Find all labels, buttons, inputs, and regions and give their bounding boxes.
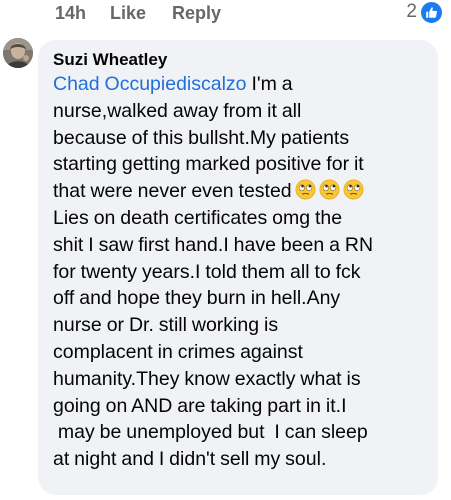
comment-body: Chad Occupiediscalzo I'm a nurse,walked … xyxy=(53,71,428,473)
comment-thread: 14h Like Reply 2 Suzi Wheatley Chad Occu… xyxy=(0,0,451,500)
previous-comment-actions: 14h Like Reply 2 xyxy=(0,0,451,28)
emoji-group xyxy=(292,179,364,202)
avatar[interactable] xyxy=(3,38,33,68)
face-with-rolling-eyes-icon xyxy=(343,179,364,200)
face-with-rolling-eyes-icon xyxy=(295,179,316,200)
comment-bubble: Suzi Wheatley Chad Occupiediscalzo I'm a… xyxy=(38,40,438,495)
reaction-count: 2 xyxy=(406,1,417,22)
mention-link[interactable]: Chad Occupiediscalzo xyxy=(53,73,247,95)
like-button[interactable]: Like xyxy=(110,1,146,25)
reaction-summary[interactable]: 2 xyxy=(406,0,443,24)
face-with-rolling-eyes-icon xyxy=(319,179,340,200)
like-icon xyxy=(420,0,443,24)
comment-text-part2: Lies on death certificates omg the shit … xyxy=(53,206,374,471)
comment-timestamp[interactable]: 14h xyxy=(55,1,86,25)
reply-button[interactable]: Reply xyxy=(172,1,221,25)
comment-author[interactable]: Suzi Wheatley xyxy=(53,49,428,71)
